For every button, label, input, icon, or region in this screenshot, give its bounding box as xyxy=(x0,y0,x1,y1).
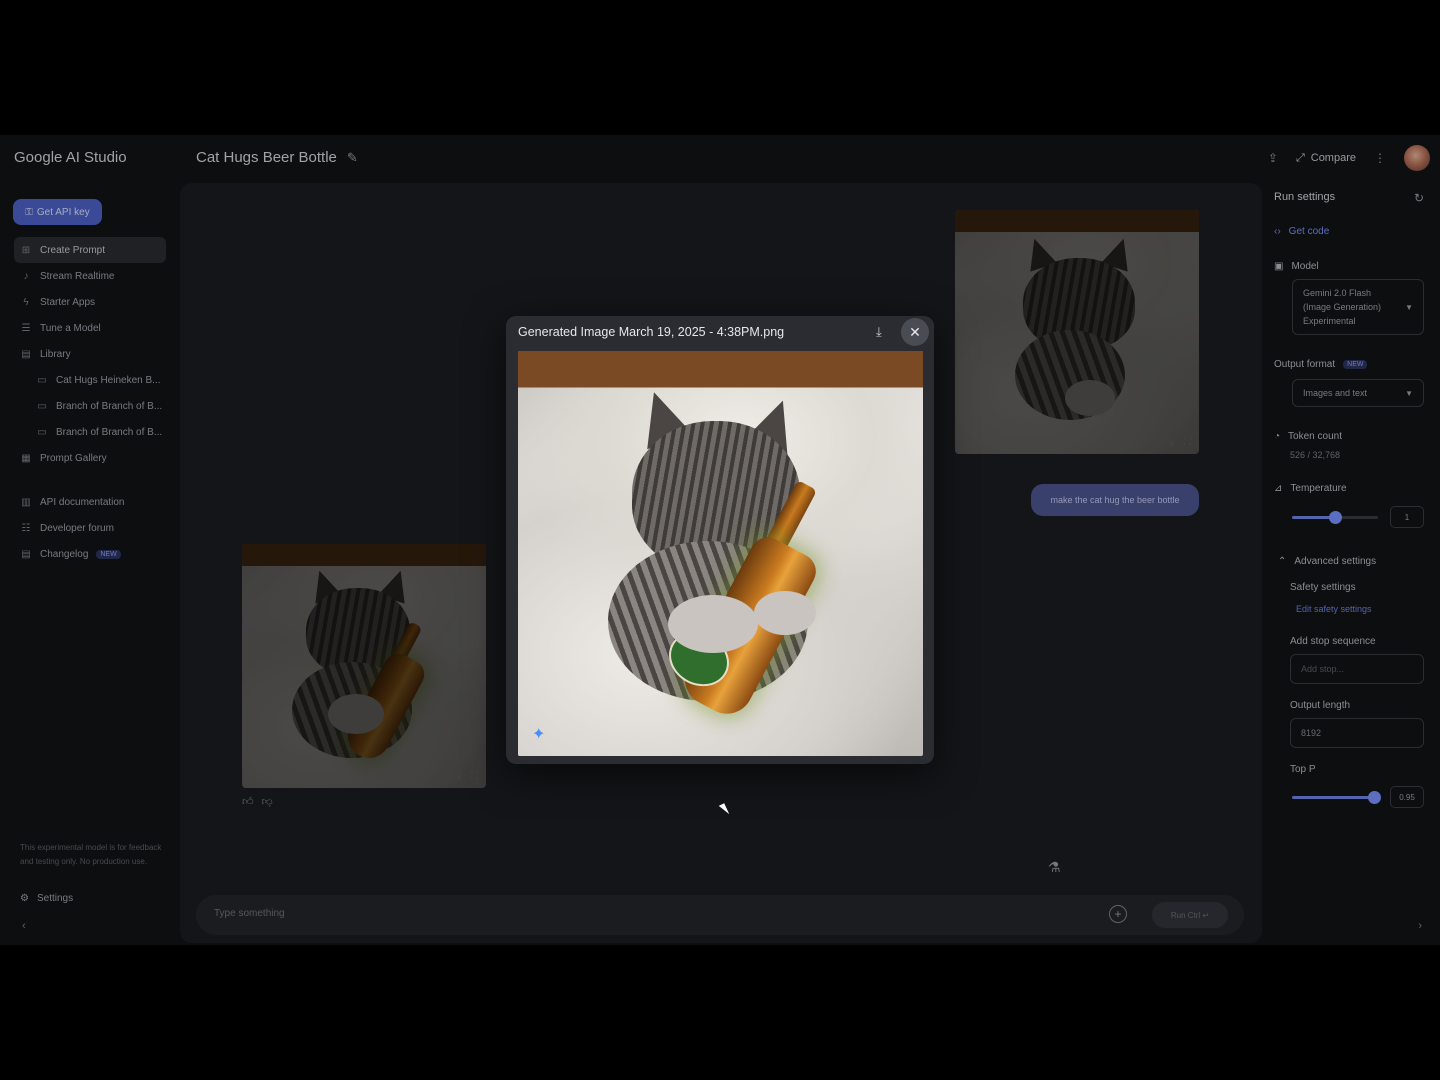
app-window: Google AI Studio Cat Hugs Beer Bottle ✎ … xyxy=(0,135,1440,945)
cat-photo xyxy=(518,351,923,756)
download-icon[interactable]: ⤓ xyxy=(876,324,882,340)
cat-paw xyxy=(668,595,758,653)
generated-image-full: ✦ xyxy=(518,351,923,756)
image-preview-dialog: Generated Image March 19, 2025 - 4:38PM.… xyxy=(506,316,934,764)
cat-paw xyxy=(754,591,816,635)
dialog-title: Generated Image March 19, 2025 - 4:38PM.… xyxy=(518,325,785,339)
close-icon[interactable]: ✕ xyxy=(901,318,929,346)
sparkle-icon: ✦ xyxy=(532,726,546,743)
